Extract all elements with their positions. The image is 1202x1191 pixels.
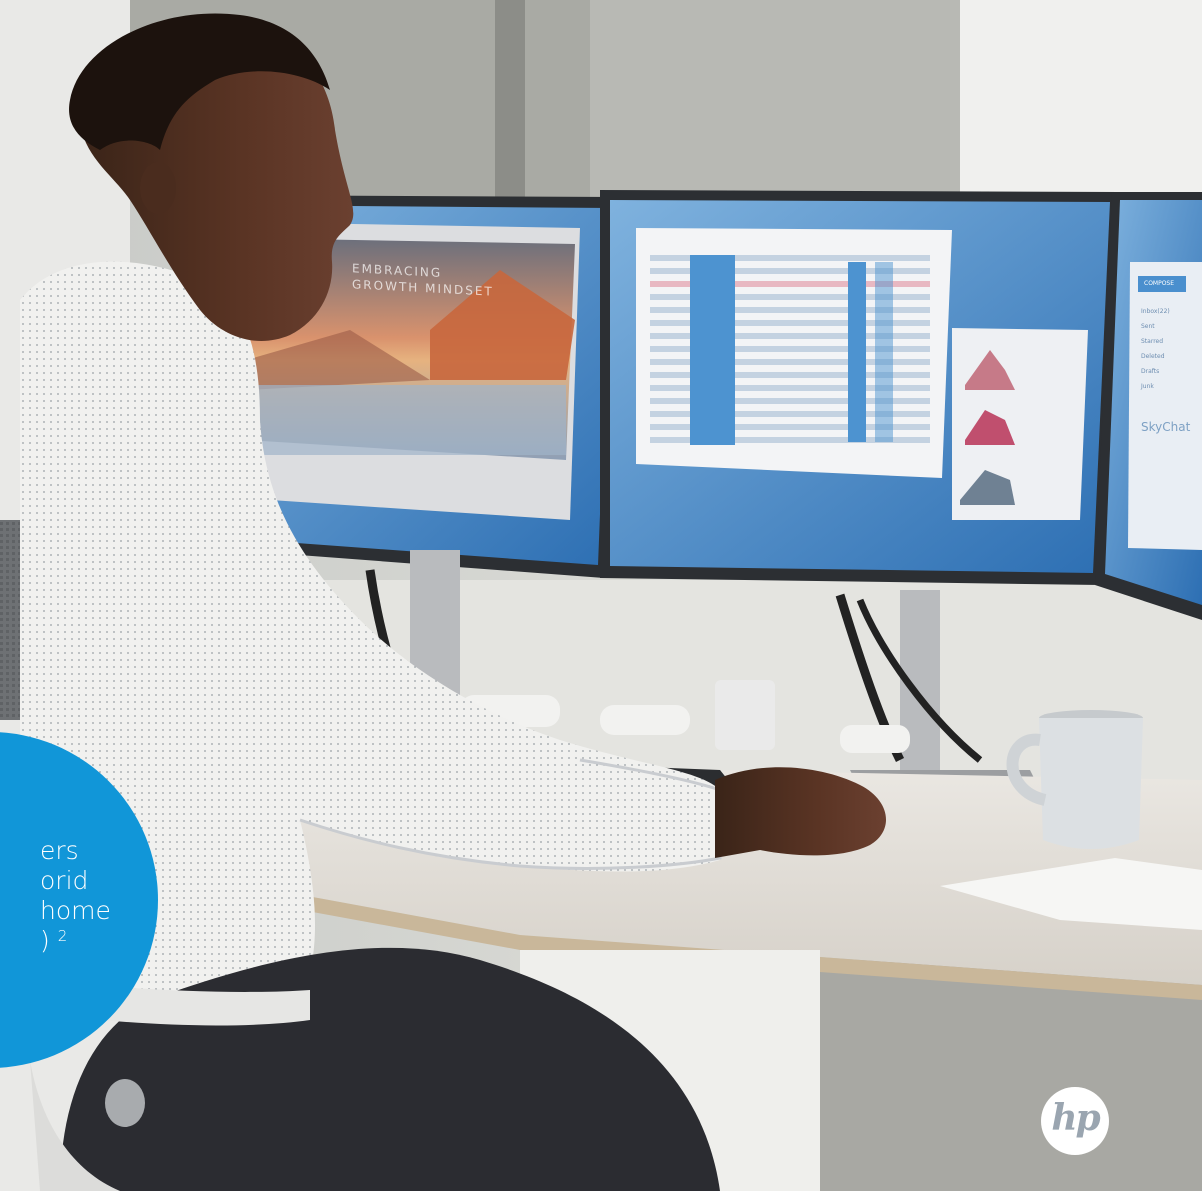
photo-scene: EMBRACING GROWTH MINDSET COMPOSE Inbox(2… [0, 0, 1202, 1191]
badge-line: ers [40, 836, 79, 865]
badge-line: orid [40, 866, 89, 895]
hp-logo-text: hp [1051, 1097, 1100, 1139]
badge-line: home [40, 896, 111, 925]
mail-folder: Inbox(22) [1141, 308, 1170, 315]
badge-paren: ) [40, 926, 50, 955]
badge-text: ers orid home ) 2 [0, 836, 160, 956]
chat-title: SkyChat [1141, 420, 1191, 434]
mail-folder: Junk [1141, 383, 1154, 390]
compose-button: COMPOSE [1144, 280, 1175, 287]
badge-last-line: ) 2 [0, 926, 160, 956]
mail-folder: Drafts [1141, 368, 1160, 375]
badge-footnote: 2 [57, 927, 68, 945]
mail-folder: Deleted [1141, 353, 1165, 360]
mail-folder: Sent [1141, 323, 1155, 330]
mail-folder: Starred [1141, 338, 1164, 345]
scene-illustration [0, 0, 1202, 1191]
